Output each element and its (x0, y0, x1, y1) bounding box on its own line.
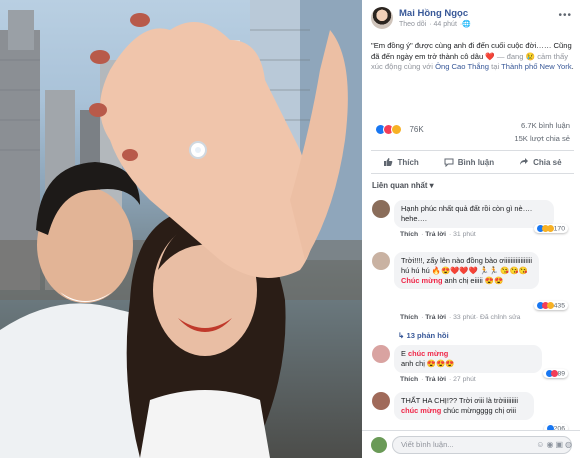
emoji-hearts-icon: 😍😍😍 (426, 358, 455, 368)
comment-count[interactable]: 6.7K bình luận (521, 121, 570, 130)
comment-time[interactable]: 33 phút (453, 314, 476, 321)
reaction-count: 76K (409, 125, 424, 135)
comment-label: Bình luận (457, 157, 495, 167)
viewer-avatar (371, 437, 387, 453)
post-end: . (571, 62, 574, 72)
composer-icons: ☺◉▣◍ (536, 440, 574, 449)
comment-reaction-count[interactable]: 89 (542, 369, 568, 379)
like-label: Thích (397, 157, 419, 167)
heart-icon: ❤️ (485, 51, 495, 61)
commenter-avatar[interactable] (372, 392, 390, 410)
share-icon (520, 158, 529, 165)
comment-meta: Thích · Trả lời · 27 phút (400, 376, 476, 383)
comment-highlight: chúc mừng (407, 349, 449, 358)
photo-illustration (0, 0, 362, 458)
post-side-panel: Mai Hồng Ngọc Theo dõi · 44 phút ·🌐 ••• "E… (362, 0, 580, 458)
author-avatar[interactable] (371, 7, 393, 29)
follow-link[interactable]: Theo dõi (399, 21, 426, 28)
post-header: Mai Hồng Ngọc Theo dõi · 44 phút ·🌐 ••• (362, 0, 580, 34)
author-name[interactable]: Mai Hồng Ngọc (399, 8, 468, 19)
feeling-emoji-icon: 😢 (525, 51, 536, 61)
share-count[interactable]: 15K lượt chia sẻ (514, 134, 570, 143)
comment-reaction-count[interactable]: 435 (533, 301, 568, 311)
comment-like-link[interactable]: Thích (400, 376, 418, 383)
location-link[interactable]: Thành phố New York (501, 62, 572, 71)
comment-time[interactable]: 27 phút (453, 376, 476, 383)
comment-like-link[interactable]: Thích (400, 314, 418, 321)
feeling-prefix: — đang (494, 51, 526, 61)
reaction-summary[interactable]: 76K (375, 121, 424, 136)
comment-text: THẤT HA CHỊ!?? Trời ơiii là trờiiiiiiiii (401, 396, 519, 405)
emoji-row-icon: 🔥😍❤️❤️❤️ 🏃🏃 😘😘😘 (431, 265, 528, 275)
comment-reaction-count[interactable]: 170 (533, 224, 568, 234)
view-replies-link[interactable]: ↳ 13 phản hồi (398, 331, 449, 340)
comment-reply-link[interactable]: Trả lời (425, 376, 446, 383)
comment-text: E (401, 349, 408, 358)
comment-meta: Thích · Trả lời · 31 phút (400, 231, 476, 238)
commenter-avatar[interactable] (372, 200, 390, 218)
commenter-avatar[interactable] (372, 345, 390, 363)
wow-reaction-icon (391, 124, 402, 136)
comment-bubble: Hạnh phúc nhất quả đất rồi còn gì nè…. h… (394, 200, 554, 228)
emoji-pair-icon: 😍😍 (484, 275, 504, 285)
post-meta: Theo dõi · 44 phút ·🌐 (399, 21, 471, 28)
post-photo[interactable] (0, 0, 362, 458)
sticker-icon[interactable]: ◍ (565, 440, 574, 449)
more-options-icon[interactable]: ••• (558, 10, 572, 21)
commenter-avatar[interactable] (372, 252, 390, 270)
comment-time[interactable]: 31 phút (453, 231, 476, 238)
comment-composer: Viết bình luận... ☺◉▣◍ (362, 430, 580, 458)
comment-icon (444, 158, 454, 167)
comment-text-tail: anh chị (401, 358, 427, 368)
emoji-icon[interactable]: ☺ (536, 440, 546, 449)
share-button[interactable]: Chia sẻ (519, 157, 562, 167)
gif-icon[interactable]: ▣ (555, 440, 565, 449)
comment-filter-dropdown[interactable]: Liên quan nhất ▾ (372, 181, 434, 190)
globe-icon: 🌐 (462, 21, 471, 28)
comment-button[interactable]: Bình luận (444, 157, 494, 167)
comment-highlight: chúc mừng (401, 405, 442, 415)
comment-highlight: Chúc mừng (401, 275, 443, 285)
share-label: Chia sẻ (533, 157, 562, 167)
like-button[interactable]: Thích (383, 157, 419, 167)
comment-bubble: THẤT HA CHỊ!?? Trời ơiii là trờiiiiiiiii… (394, 392, 534, 420)
comment-text-tail: anh chị eiiiii (442, 275, 485, 285)
thumbs-up-icon (384, 158, 393, 166)
post-time[interactable]: 44 phút (434, 21, 457, 28)
comment-like-link[interactable]: Thích (400, 231, 418, 238)
action-bar: Thích Bình luận Chia sẻ (371, 150, 574, 174)
comment-text-tail: chúc mừngggg chị ơiii (441, 405, 516, 415)
comment-reply-link[interactable]: Trả lời (425, 231, 446, 238)
at-text: tại (489, 62, 502, 72)
comment-meta: Thích · Trả lời · 33 phút· Đã chỉnh sửa (400, 314, 521, 321)
comment-bubble: E chúc mừng anh chị 😍😍😍 (394, 345, 542, 373)
edited-label[interactable]: Đã chỉnh sửa (480, 314, 520, 321)
tagged-person-link[interactable]: Ông Cao Thắng (435, 62, 489, 71)
comment-bubble: Trời!!!!, zẩy lên nào đồng bào ơiiiiiiii… (394, 252, 539, 290)
comment-reply-link[interactable]: Trả lời (425, 314, 446, 321)
comment-text: Hạnh phúc nhất quả đất rồi còn gì nè…. h… (401, 204, 533, 223)
post-text: "Em đồng ý" được cùng anh đi đến cuối cu… (371, 41, 574, 73)
